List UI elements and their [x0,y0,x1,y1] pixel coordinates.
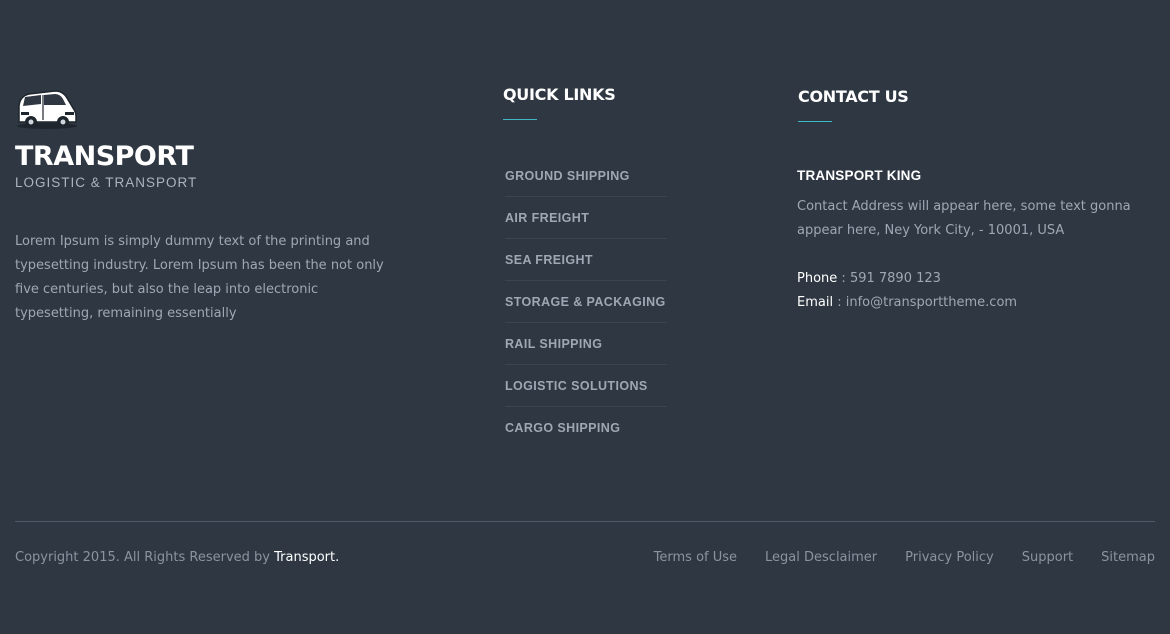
phone-label: Phone [797,271,838,286]
copyright-brand-link[interactable]: Transport. [274,550,339,565]
site-footer: TRANSPORT LOGISTIC & TRANSPORT Lorem Ips… [0,0,1170,634]
company-name: TRANSPORT KING [797,168,922,183]
link-ground-shipping[interactable]: GROUND SHIPPING [505,169,630,183]
support-link[interactable]: Support [1022,550,1073,565]
delivery-van-icon[interactable] [15,88,79,130]
email-line: Email : info@transporttheme.com [797,291,1017,315]
list-item: LOGISTIC SOLUTIONS [505,365,667,407]
footer-divider [15,521,1155,522]
link-air-freight[interactable]: AIR FREIGHT [505,211,589,225]
quick-links-heading: QUICK LINKS [503,85,616,104]
link-sea-freight[interactable]: SEA FREIGHT [505,253,593,267]
list-item: CARGO SHIPPING [505,407,667,448]
copyright: Copyright 2015. All Rights Reserved by T… [15,550,339,565]
quick-links-list: GROUND SHIPPING AIR FREIGHT SEA FREIGHT … [505,155,667,448]
quick-links-heading-underline [503,119,537,120]
email-address[interactable]: info@transporttheme.com [846,295,1017,310]
terms-of-use-link[interactable]: Terms of Use [654,550,737,565]
email-separator: : [833,295,846,310]
brand-tagline: LOGISTIC & TRANSPORT [15,175,198,190]
email-label: Email [797,295,834,310]
copyright-text: Copyright 2015. All Rights Reserved by [15,550,275,565]
privacy-policy-link[interactable]: Privacy Policy [905,550,994,565]
link-cargo-shipping[interactable]: CARGO SHIPPING [505,421,620,435]
list-item: GROUND SHIPPING [505,155,667,197]
link-logistic-solutions[interactable]: LOGISTIC SOLUTIONS [505,379,648,393]
contact-us-heading: CONTACT US [798,87,909,106]
link-storage-packaging[interactable]: STORAGE & PACKAGING [505,295,666,309]
list-item: SEA FREIGHT [505,239,667,281]
sitemap-link[interactable]: Sitemap [1101,550,1155,565]
link-rail-shipping[interactable]: RAIL SHIPPING [505,337,602,351]
contact-address: Contact Address will appear here, some t… [797,199,1131,238]
about-text: Lorem Ipsum is simply dummy text of the … [15,234,384,321]
contact-us-heading-underline [798,121,832,122]
list-item: STORAGE & PACKAGING [505,281,667,323]
list-item: RAIL SHIPPING [505,323,667,365]
list-item: AIR FREIGHT [505,197,667,239]
phone-separator: : [837,271,850,286]
phone-number[interactable]: 591 7890 123 [850,271,941,286]
legal-disclaimer-link[interactable]: Legal Desclaimer [765,550,877,565]
footer-bottom-nav: Terms of Use Legal Desclaimer Privacy Po… [654,550,1155,565]
brand-name[interactable]: TRANSPORT [15,140,194,174]
phone-line: Phone : 591 7890 123 [797,267,941,291]
